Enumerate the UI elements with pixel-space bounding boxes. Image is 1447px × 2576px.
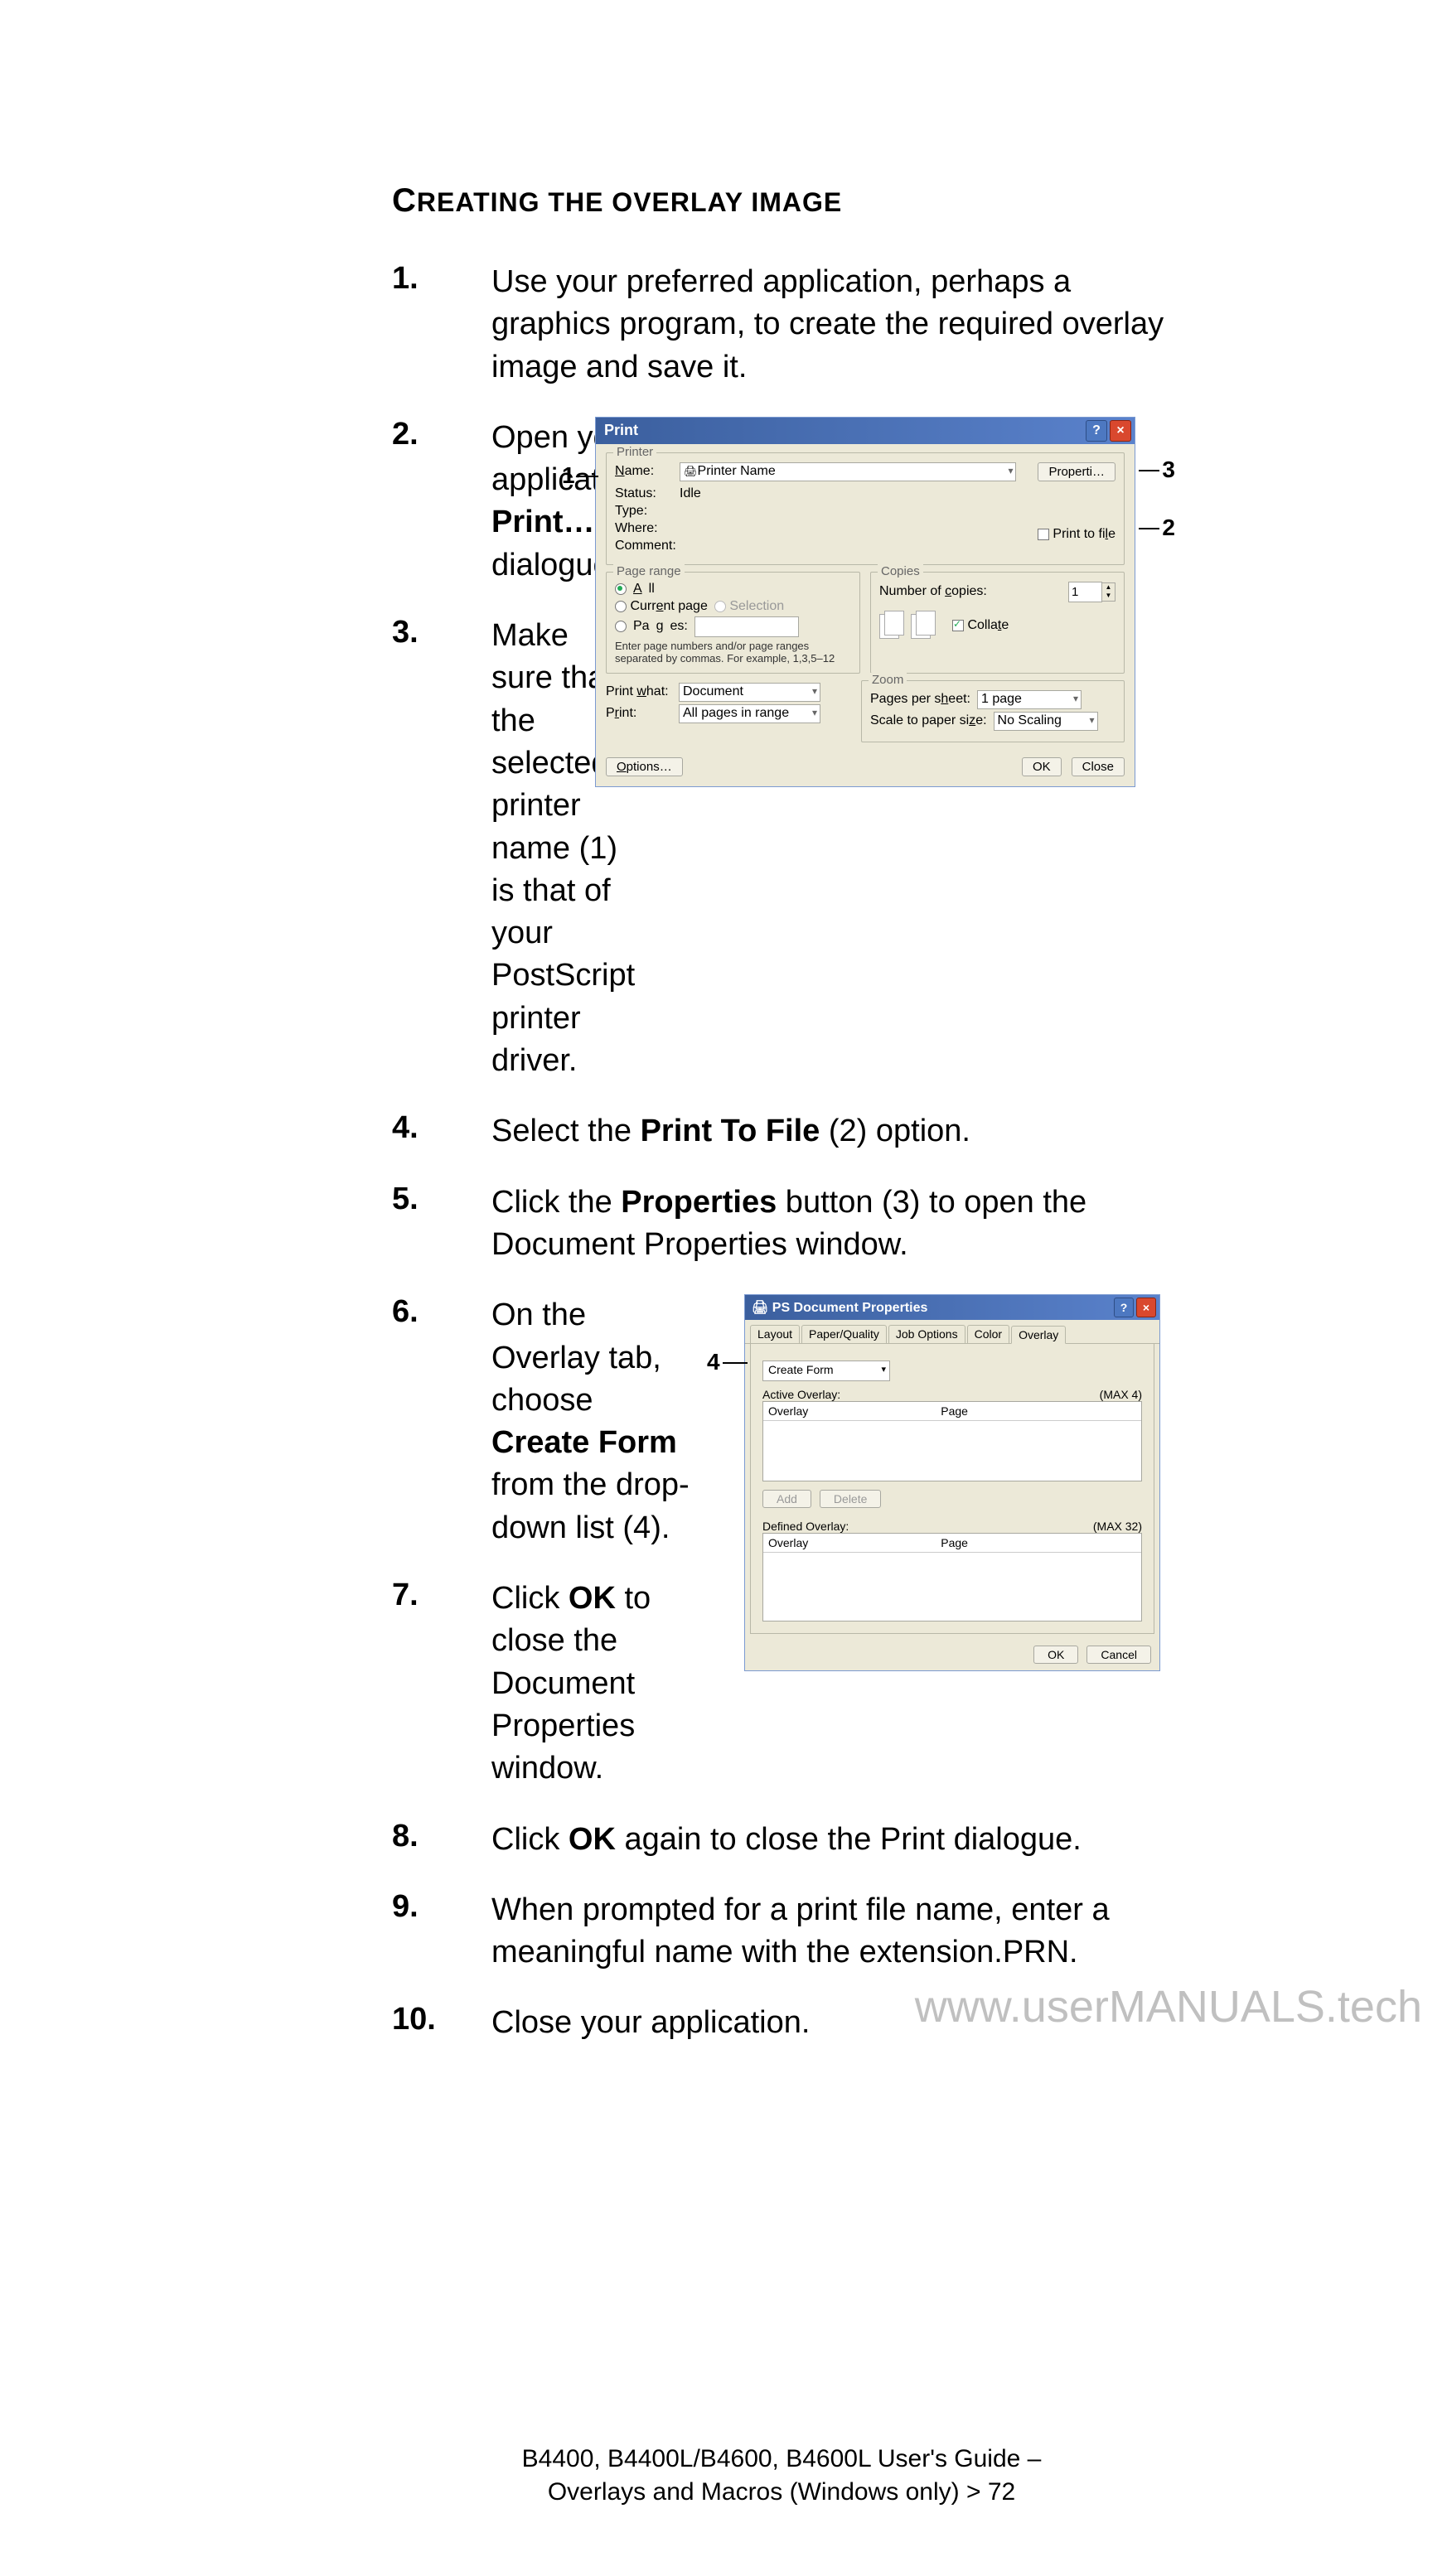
collate-icon	[879, 609, 946, 642]
close-icon[interactable]: ×	[1136, 1298, 1156, 1317]
print-what-select[interactable]: Document	[679, 683, 820, 702]
step-4: 4. Select the Print To File (2) option.	[392, 1110, 1171, 1153]
callout-1: 1	[562, 462, 575, 489]
range-selection-radio: Selection	[714, 599, 784, 614]
step-6: 6. On the Overlay tab, choose Create For…	[392, 1294, 694, 1549]
step-7: 7. Click OK to close the Document Proper…	[392, 1578, 694, 1790]
defined-overlay-table[interactable]: Overlay Page	[762, 1533, 1142, 1621]
properties-button[interactable]: Properti…	[1038, 462, 1115, 481]
ok-button[interactable]: OK	[1022, 757, 1062, 776]
page-footer: B4400, B4400L/B4600, B4600L User's Guide…	[392, 2443, 1171, 2510]
tab-job-options[interactable]: Job Options	[888, 1325, 965, 1343]
pages-input[interactable]	[694, 616, 799, 637]
tab-color[interactable]: Color	[967, 1325, 1009, 1343]
step-5: 5. Click the Properties button (3) to op…	[392, 1182, 1171, 1267]
docprops-titlebar: 🖨 PS Document Properties ? ×	[745, 1295, 1159, 1320]
props-cancel-button[interactable]: Cancel	[1086, 1646, 1151, 1664]
range-current-radio[interactable]: Current page	[615, 599, 708, 614]
close-button[interactable]: Close	[1072, 757, 1125, 776]
close-icon[interactable]: ×	[1110, 420, 1131, 442]
pages-hint: Enter page numbers and/or page ranges se…	[615, 640, 851, 665]
active-overlay-table[interactable]: Overlay Page	[762, 1401, 1142, 1481]
section-heading: CREATING THE OVERLAY IMAGE	[392, 182, 1171, 220]
delete-button: Delete	[820, 1490, 881, 1508]
step-3: 3. Make sure that the selected printer n…	[392, 615, 549, 1082]
step-2: 2. Open your application's Print… dialog…	[392, 417, 549, 587]
step-1: 1. Use your preferred application, perha…	[392, 261, 1171, 389]
callout-3: 3	[1162, 457, 1175, 483]
scale-select[interactable]: No Scaling	[994, 712, 1098, 731]
range-pages-radio[interactable]: Pages:	[615, 616, 851, 637]
step-7-text: Click OK to close the Document Propertie…	[491, 1578, 694, 1790]
help-icon[interactable]: ?	[1086, 420, 1107, 442]
props-ok-button[interactable]: OK	[1033, 1646, 1078, 1664]
printer-name-select[interactable]: 🖨 Printer Name	[680, 462, 1016, 481]
zoom-group: Zoom Pages per sheet: 1 page Scale to pa…	[861, 680, 1125, 742]
print-to-file-checkbox[interactable]: Print to file	[1038, 527, 1115, 542]
active-overlay-label: Active Overlay:	[762, 1388, 840, 1401]
watermark: www.userMANUALS.tech	[915, 1981, 1422, 2032]
step-4-text: Select the Print To File (2) option.	[491, 1110, 1171, 1153]
max32-label: (MAX 32)	[1093, 1520, 1142, 1533]
figure-document-properties: 4 🖨 PS Document Properties ? × Layout Pa…	[711, 1294, 1171, 1671]
callout-4: 4	[707, 1349, 720, 1375]
step-8: 8. Click OK again to close the Print dia…	[392, 1819, 1171, 1861]
step-9: 9. When prompted for a print file name, …	[392, 1889, 1171, 1974]
tab-layout[interactable]: Layout	[750, 1325, 800, 1343]
copies-spinner[interactable]: ▲▼	[1068, 582, 1115, 602]
tab-overlay[interactable]: Overlay	[1011, 1326, 1066, 1344]
figure-print-dialog: 1 3 2 Print ? ×	[566, 417, 1171, 787]
range-all-radio[interactable]: All	[615, 582, 851, 597]
printer-group: Printer Name: 🖨 Printer Name Properti… S	[606, 452, 1125, 565]
print-dialog-titlebar: Print ? ×	[596, 418, 1135, 444]
overlay-mode-select[interactable]: Create Form ▾	[762, 1360, 890, 1381]
callout-2: 2	[1162, 515, 1175, 541]
defined-overlay-label: Defined Overlay:	[762, 1520, 849, 1533]
step-8-text: Click OK again to close the Print dialog…	[491, 1819, 1171, 1861]
name-label: Name:	[615, 464, 673, 479]
step-9-text: When prompted for a print file name, ent…	[491, 1889, 1171, 1974]
step-1-text: Use your preferred application, perhaps …	[491, 261, 1171, 389]
collate-checkbox[interactable]: Collate	[952, 618, 1009, 633]
page-range-group: Page range All Current page Selection Pa…	[606, 572, 860, 674]
step-6-text: On the Overlay tab, choose Create Form f…	[491, 1294, 694, 1549]
copies-group: Copies Number of copies: ▲▼	[870, 572, 1125, 674]
step-5-text: Click the Properties button (3) to open …	[491, 1182, 1171, 1267]
add-button: Add	[762, 1490, 811, 1508]
print-range-select[interactable]: All pages in range	[679, 704, 820, 723]
tab-paper-quality[interactable]: Paper/Quality	[801, 1325, 887, 1343]
pages-per-sheet-select[interactable]: 1 page	[977, 690, 1082, 709]
help-icon[interactable]: ?	[1114, 1298, 1134, 1317]
options-button[interactable]: Options…	[606, 757, 683, 776]
max4-label: (MAX 4)	[1100, 1388, 1142, 1401]
